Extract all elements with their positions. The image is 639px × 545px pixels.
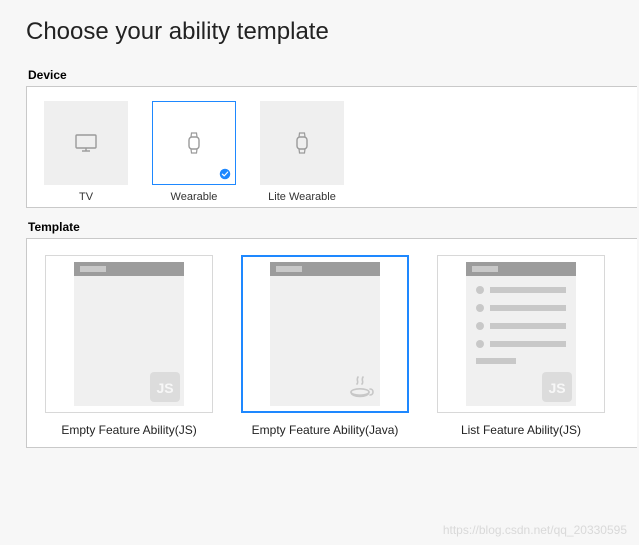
device-option-tv[interactable]: TV [41,101,131,203]
device-tile[interactable] [260,101,344,185]
template-preview [270,262,380,406]
template-preview [466,262,576,406]
template-preview [74,262,184,406]
device-option-wearable[interactable]: Wearable [149,101,239,203]
template-label: List Feature Ability(JS) [437,423,605,437]
template-section-label: Template [28,220,639,234]
js-badge-icon [542,372,572,402]
template-label: Empty Feature Ability(Java) [241,423,409,437]
device-tile[interactable] [152,101,236,185]
template-tile[interactable] [45,255,213,413]
watch-icon [289,130,315,156]
device-option-lite-wearable[interactable]: Lite Wearable [257,101,347,203]
template-label: Empty Feature Ability(JS) [45,423,213,437]
template-section: Empty Feature Ability(JS) Empty Feature A… [26,238,637,448]
device-label: Lite Wearable [257,191,347,203]
template-tile[interactable] [241,255,409,413]
device-label: Wearable [149,191,239,203]
device-section-label: Device [28,68,639,82]
check-badge-icon [219,168,231,180]
device-label: TV [41,191,131,203]
tv-icon [73,130,99,156]
device-section: TV Wearable Lite Wearable [26,86,637,208]
template-option-empty-java[interactable]: Empty Feature Ability(Java) [241,255,409,437]
watch-icon [181,130,207,156]
java-badge-icon [346,372,376,402]
js-badge-icon [150,372,180,402]
template-tile[interactable] [437,255,605,413]
template-option-list-js[interactable]: List Feature Ability(JS) [437,255,605,437]
template-option-empty-js[interactable]: Empty Feature Ability(JS) [45,255,213,437]
watermark-text: https://blog.csdn.net/qq_20330595 [443,523,627,537]
page-title: Choose your ability template [26,18,639,46]
device-tile[interactable] [44,101,128,185]
